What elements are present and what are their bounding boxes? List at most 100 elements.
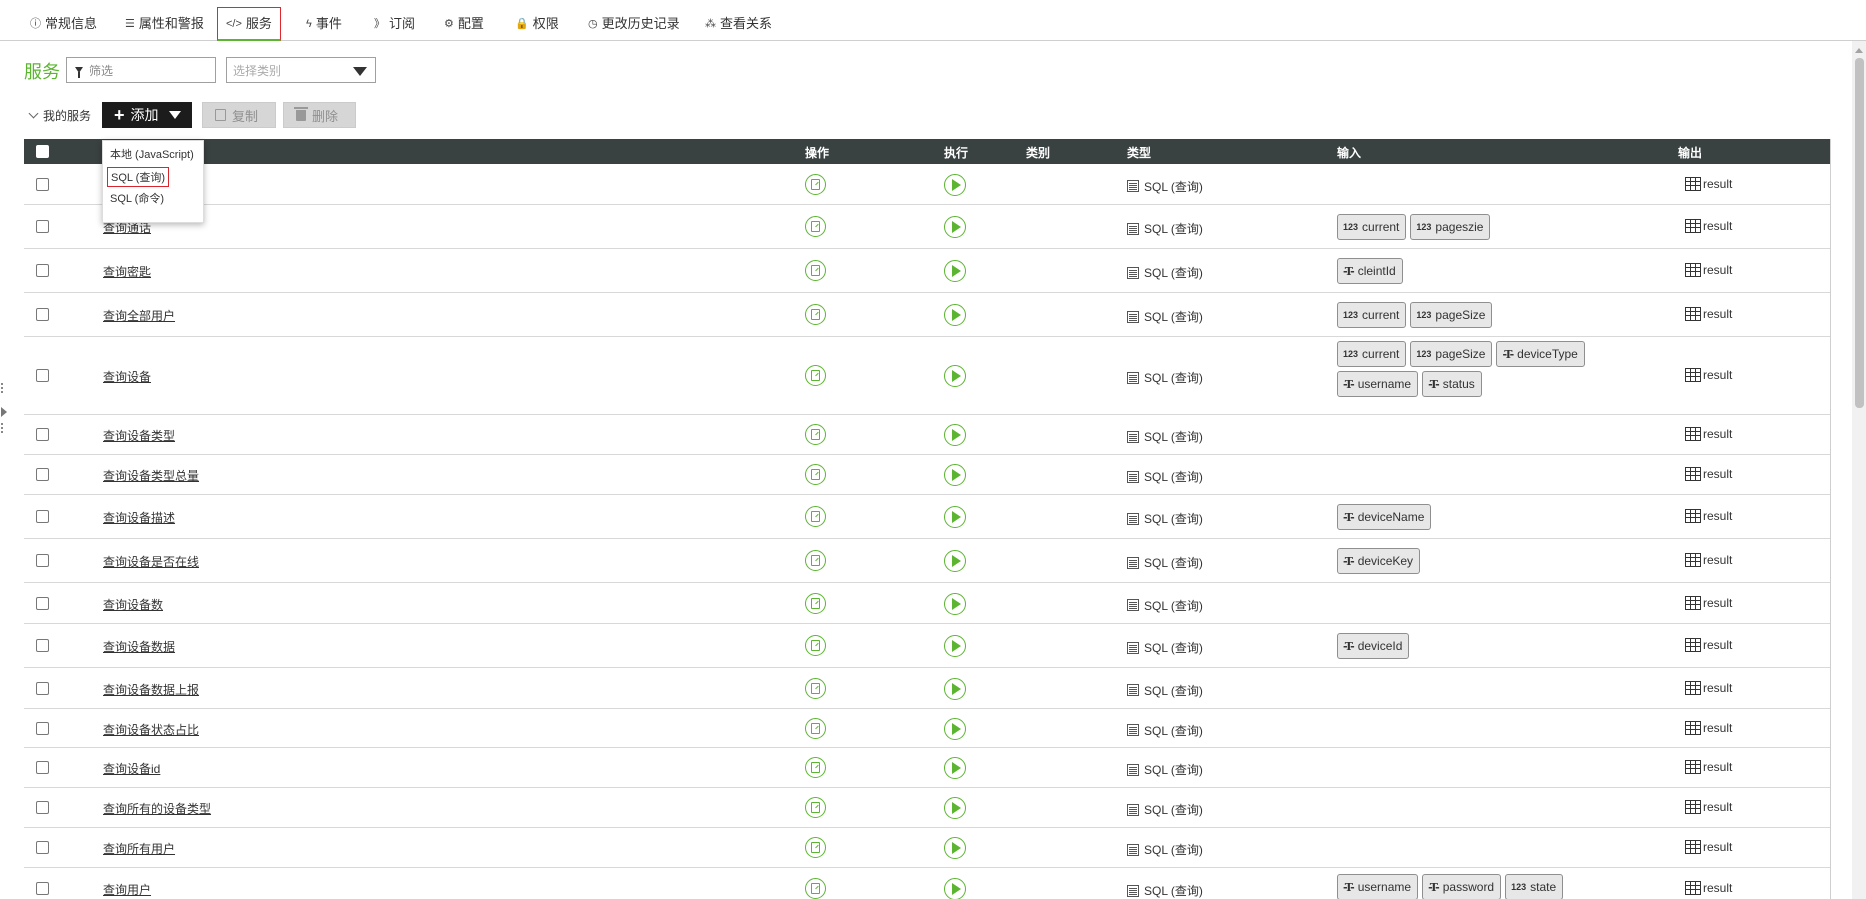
my-services-toggle[interactable]: 我的服务 (28, 107, 91, 124)
execute-play-icon[interactable] (944, 592, 966, 615)
row-checkbox[interactable] (36, 264, 49, 277)
row-checkbox[interactable] (36, 596, 49, 610)
input-param-chip[interactable]: 123 current (1337, 302, 1407, 328)
table-row[interactable]: 查询设备是否在线 SQL (查询) -T-deviceKey result (24, 539, 1830, 583)
execute-play-icon[interactable] (944, 837, 966, 859)
execute-play-icon[interactable] (944, 365, 966, 387)
service-name-link[interactable]: 查询所有的设备类型 (103, 800, 211, 817)
edit-service-icon[interactable] (805, 550, 826, 571)
edit-service-icon[interactable] (805, 677, 826, 699)
edit-service-icon[interactable] (805, 837, 826, 858)
edit-service-icon[interactable] (805, 304, 826, 325)
execute-play-icon[interactable] (944, 173, 966, 196)
execute-play-icon[interactable] (944, 506, 966, 528)
input-param-chip[interactable]: 123 pageszie (1410, 214, 1491, 240)
input-param-chip[interactable]: -T-username (1337, 874, 1419, 899)
table-row[interactable]: 查询所有用户 SQL (查询) result (24, 828, 1830, 868)
row-checkbox[interactable] (36, 721, 49, 735)
edit-service-icon[interactable] (805, 592, 826, 614)
table-row[interactable]: 查询设备类型 SQL (查询) result (24, 415, 1830, 455)
service-name-link[interactable]: 查询设备状态占比 (103, 721, 199, 738)
input-param-chip[interactable]: -T-deviceName (1337, 504, 1432, 530)
service-name-link[interactable]: 查询设备是否在线 (103, 553, 199, 570)
row-checkbox[interactable] (36, 468, 49, 481)
input-param-chip[interactable]: 123 pageSize (1410, 341, 1493, 367)
execute-play-icon[interactable] (944, 304, 966, 326)
service-name-link[interactable]: 查询全部用户 (103, 307, 175, 324)
row-checkbox[interactable] (36, 177, 49, 191)
edit-service-icon[interactable] (805, 717, 826, 739)
service-name-link[interactable]: 查询所有用户 (103, 840, 175, 857)
tab-events[interactable]: ϟ 事件 (298, 7, 350, 40)
edit-service-icon[interactable] (805, 173, 826, 195)
execute-play-icon[interactable] (944, 757, 966, 779)
tab-subscriptions[interactable]: 》订阅 (366, 7, 423, 40)
edit-service-icon[interactable] (805, 365, 826, 386)
table-row[interactable]: 查询设备状态占比 SQL (查询) result (24, 709, 1830, 748)
tab-permissions[interactable]: 🔒 权限 (507, 7, 567, 40)
edit-service-icon[interactable] (805, 260, 826, 281)
execute-play-icon[interactable] (944, 216, 966, 238)
row-checkbox[interactable] (36, 369, 49, 382)
input-param-chip[interactable]: -T-deviceId (1337, 633, 1410, 659)
service-name-link[interactable]: 查询设备 (103, 368, 151, 385)
menu-item-sql-query[interactable]: SQL (查询) (107, 167, 169, 187)
table-row[interactable]: 查询设备数 SQL (查询) result (24, 583, 1830, 624)
row-checkbox[interactable] (36, 428, 49, 441)
row-checkbox[interactable] (36, 510, 49, 523)
table-row[interactable]: 查询用户 SQL (查询) -T-username -T-password 123 sta… (24, 868, 1830, 899)
table-row[interactable]: 查询全部用户 SQL (查询) 123 current 123 pageSize resul… (24, 293, 1830, 337)
table-row[interactable]: 查询密匙 SQL (查询) -T-cleintId result (24, 249, 1830, 293)
execute-play-icon[interactable] (944, 677, 966, 700)
execute-play-icon[interactable] (944, 878, 966, 899)
input-param-chip[interactable]: -T-deviceKey (1337, 548, 1421, 574)
input-param-chip[interactable]: 123 state (1505, 874, 1564, 899)
row-checkbox[interactable] (36, 554, 49, 567)
service-name-link[interactable]: 查询设备类型总量 (103, 467, 199, 484)
table-row[interactable]: 查询设备描述 SQL (查询) -T-deviceName result (24, 495, 1830, 539)
tab-properties[interactable]: ☰ 属性和警报 (117, 7, 212, 40)
service-name-link[interactable]: 查询设备数据上报 (103, 681, 199, 698)
execute-play-icon[interactable] (944, 464, 966, 486)
row-checkbox[interactable] (36, 801, 49, 814)
category-select[interactable]: 选择类别 (226, 57, 376, 83)
tab-general[interactable]: ⓘ 常规信息 (22, 7, 105, 40)
row-checkbox[interactable] (36, 220, 49, 233)
execute-play-icon[interactable] (944, 717, 966, 740)
execute-play-icon[interactable] (944, 550, 966, 572)
row-checkbox[interactable] (36, 681, 49, 695)
tab-config[interactable]: ⚙ 配置 (436, 7, 492, 40)
table-row[interactable]: 查询设备数据 SQL (查询) -T-deviceId result (24, 624, 1830, 668)
execute-play-icon[interactable] (944, 260, 966, 282)
row-checkbox[interactable] (36, 639, 49, 652)
edit-service-icon[interactable] (805, 797, 826, 818)
input-param-chip[interactable]: -T-password (1422, 874, 1502, 899)
add-service-button[interactable]: + 添加 (102, 102, 192, 128)
edit-service-icon[interactable] (805, 878, 826, 899)
input-param-chip[interactable]: 123 current (1337, 214, 1407, 240)
edit-service-icon[interactable] (805, 464, 826, 485)
input-param-chip[interactable]: -T-username (1337, 371, 1419, 397)
input-param-chip[interactable]: -T-status (1422, 371, 1482, 397)
input-param-chip[interactable]: 123 current (1337, 341, 1407, 367)
row-checkbox[interactable] (36, 841, 49, 854)
input-param-chip[interactable]: -T-deviceType (1496, 341, 1585, 367)
service-name-link[interactable]: 查询设备id (103, 760, 160, 777)
row-checkbox[interactable] (36, 308, 49, 321)
edit-service-icon[interactable] (805, 506, 826, 527)
service-name-link[interactable]: 查询密匙 (103, 263, 151, 280)
scrollbar-thumb[interactable] (1855, 58, 1864, 408)
tab-relations[interactable]: ⁂ 查看关系 (697, 7, 780, 40)
input-param-chip[interactable]: 123 pageSize (1410, 302, 1493, 328)
table-row[interactable]: 查询所有的设备类型 SQL (查询) result (24, 788, 1830, 828)
edit-service-icon[interactable] (805, 424, 826, 445)
service-name-link[interactable]: 查询设备类型 (103, 427, 175, 444)
side-panel-handle[interactable] (0, 383, 8, 441)
tab-services[interactable]: </> 服务 (217, 7, 281, 41)
input-param-chip[interactable]: -T-cleintId (1337, 258, 1403, 284)
copy-button[interactable]: 复制 (202, 102, 276, 128)
edit-service-icon[interactable] (805, 635, 826, 656)
scroll-up-arrow-icon[interactable] (1855, 48, 1863, 53)
select-all-checkbox[interactable] (36, 145, 49, 158)
delete-button[interactable]: 删除 (283, 102, 356, 128)
